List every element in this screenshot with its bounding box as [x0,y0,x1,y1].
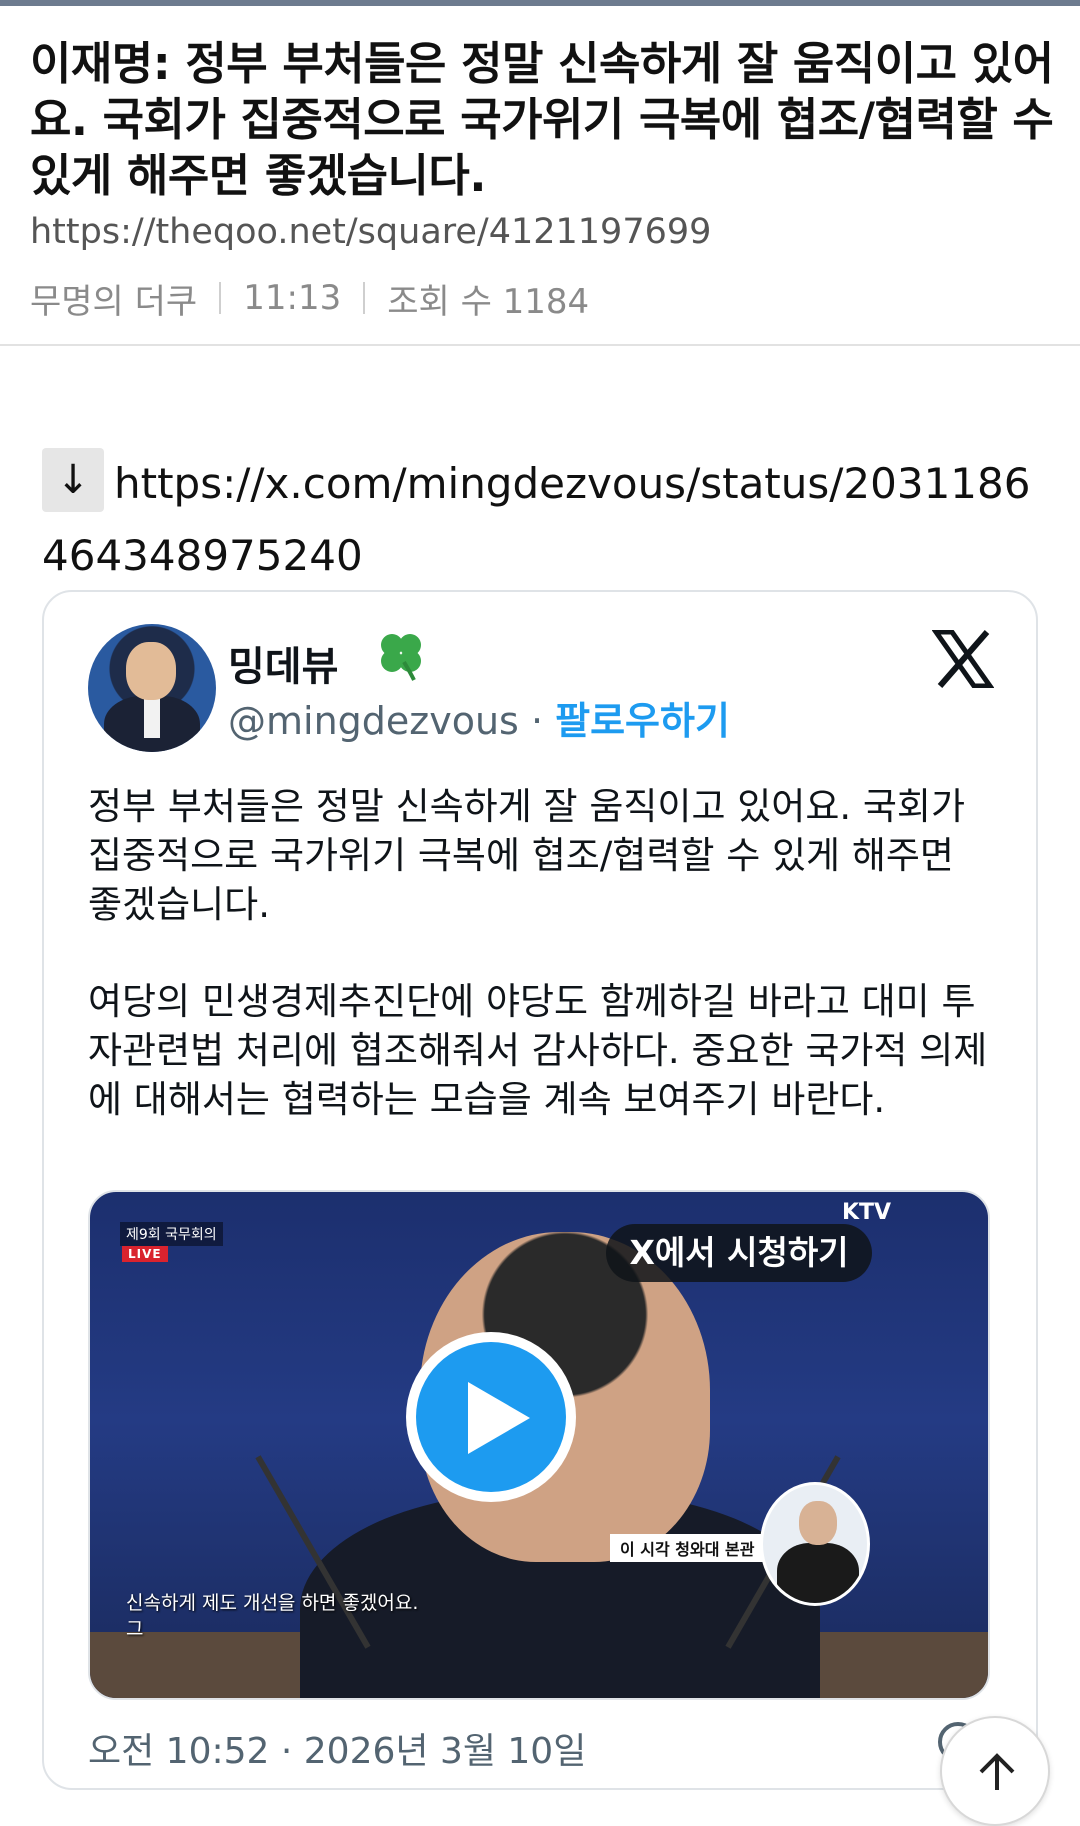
post-title: 이재명: 정부 부처들은 정말 신속하게 잘 움직이고 있어요. 국회가 집중적… [30,37,1054,202]
play-button[interactable] [406,1332,576,1502]
live-badge: LIVE [122,1246,168,1262]
tweet-paragraph: 여당의 민생경제추진단에 야당도 함께하길 바라고 대미 투자관련법 처리에 협… [88,980,988,1121]
tweet-embed[interactable]: 밍데뷰 @mingdezvous · 팔로우하기 정부 부처들은 정말 신속하게… [42,590,1038,1790]
channel-logo: KTV [842,1200,892,1225]
post-header: 이재명: 정부 부처들은 정말 신속하게 잘 움직이고 있어요. 국회가 집중적… [0,6,1080,346]
handle-separator: · [530,699,544,743]
caption-line: 그 [126,1618,144,1640]
handle[interactable]: @mingdezvous [228,699,519,743]
location-tag: 이 시각 청와대 본관 [610,1534,765,1562]
source-link-url[interactable]: https://x.com/mingdezvous/status/2031186… [42,459,1030,580]
source-link[interactable]: ↓ https://x.com/mingdezvous/status/203118… [42,448,1042,592]
down-arrow-icon: ↓ [42,448,104,512]
post-time: 11:13 [243,278,342,318]
caption-line: 신속하게 제도 개선을 하면 좋겠어요. [126,1592,419,1614]
meta-divider [363,282,366,314]
play-icon [468,1382,530,1454]
tweet-paragraph: 정부 부처들은 정말 신속하게 잘 움직이고 있어요. 국회가 집중적으로 국가… [88,785,966,926]
video-player[interactable]: 제9회 국무회의 LIVE KTV X에서 시청하기 이 시각 청와대 본관 신… [88,1190,990,1700]
post-author: 무명의 더쿠 [30,281,198,322]
x-logo-icon[interactable] [932,630,994,688]
scroll-to-top-button[interactable] [940,1716,1050,1826]
video-caption: 신속하게 제도 개선을 하면 좋겠어요. 그 [126,1590,418,1642]
sign-language-interpreter [760,1482,870,1606]
tweet-timestamp[interactable]: 오전 10:52 · 2026년 3월 10일 [88,1722,586,1774]
post-meta: 무명의 더쿠 11:13 조회 수 1184 [30,276,590,322]
post-url[interactable]: https://theqoo.net/square/4121197699 [30,212,711,252]
meta-divider [219,282,222,314]
clover-icon [381,634,421,681]
tweet-text: 정부 부처들은 정말 신속하게 잘 움직이고 있어요. 국회가 집중적으로 국가… [88,782,988,1124]
avatar[interactable] [88,624,216,752]
handle-line: @mingdezvous · 팔로우하기 [228,690,730,745]
follow-button[interactable]: 팔로우하기 [555,699,730,743]
arrow-up-icon [979,1753,1015,1790]
watch-on-x-button[interactable]: X에서 시청하기 [606,1224,872,1282]
broadcast-label: 제9회 국무회의 [120,1222,223,1246]
post-views: 조회 수 1184 [387,281,590,322]
display-name[interactable]: 밍데뷰 [228,634,338,692]
